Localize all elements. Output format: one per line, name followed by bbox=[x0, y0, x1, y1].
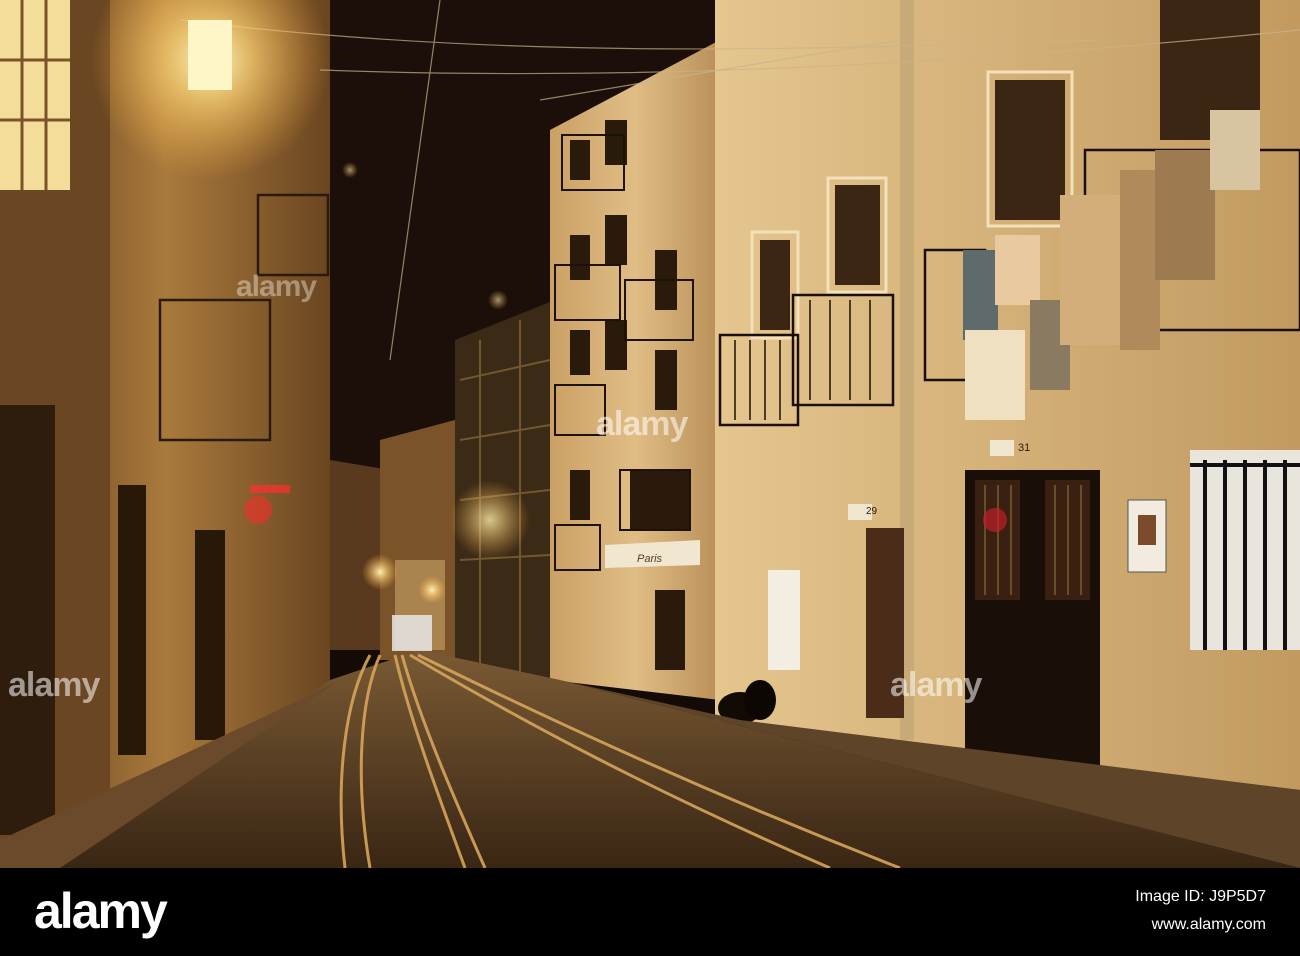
street-photo: alamy alamy alamy alamy Paris 31 29 bbox=[0, 0, 1300, 868]
door-number-right: 31 bbox=[1018, 442, 1031, 454]
watermark-upper: alamy bbox=[236, 270, 317, 303]
shop-sign: Paris bbox=[637, 553, 663, 565]
watermark-center: alamy bbox=[596, 405, 688, 443]
watermark-right: alamy bbox=[890, 666, 982, 704]
image-id-label: Image ID: J9P5D7 bbox=[1135, 888, 1266, 905]
site-url: www.alamy.com bbox=[1151, 916, 1266, 933]
watermark-left: alamy bbox=[8, 666, 100, 704]
footer-bar: alamy Image ID: J9P5D7 www.alamy.com bbox=[0, 868, 1300, 956]
door-number-mid: 29 bbox=[866, 506, 878, 517]
footer-logo: alamy bbox=[34, 883, 168, 939]
